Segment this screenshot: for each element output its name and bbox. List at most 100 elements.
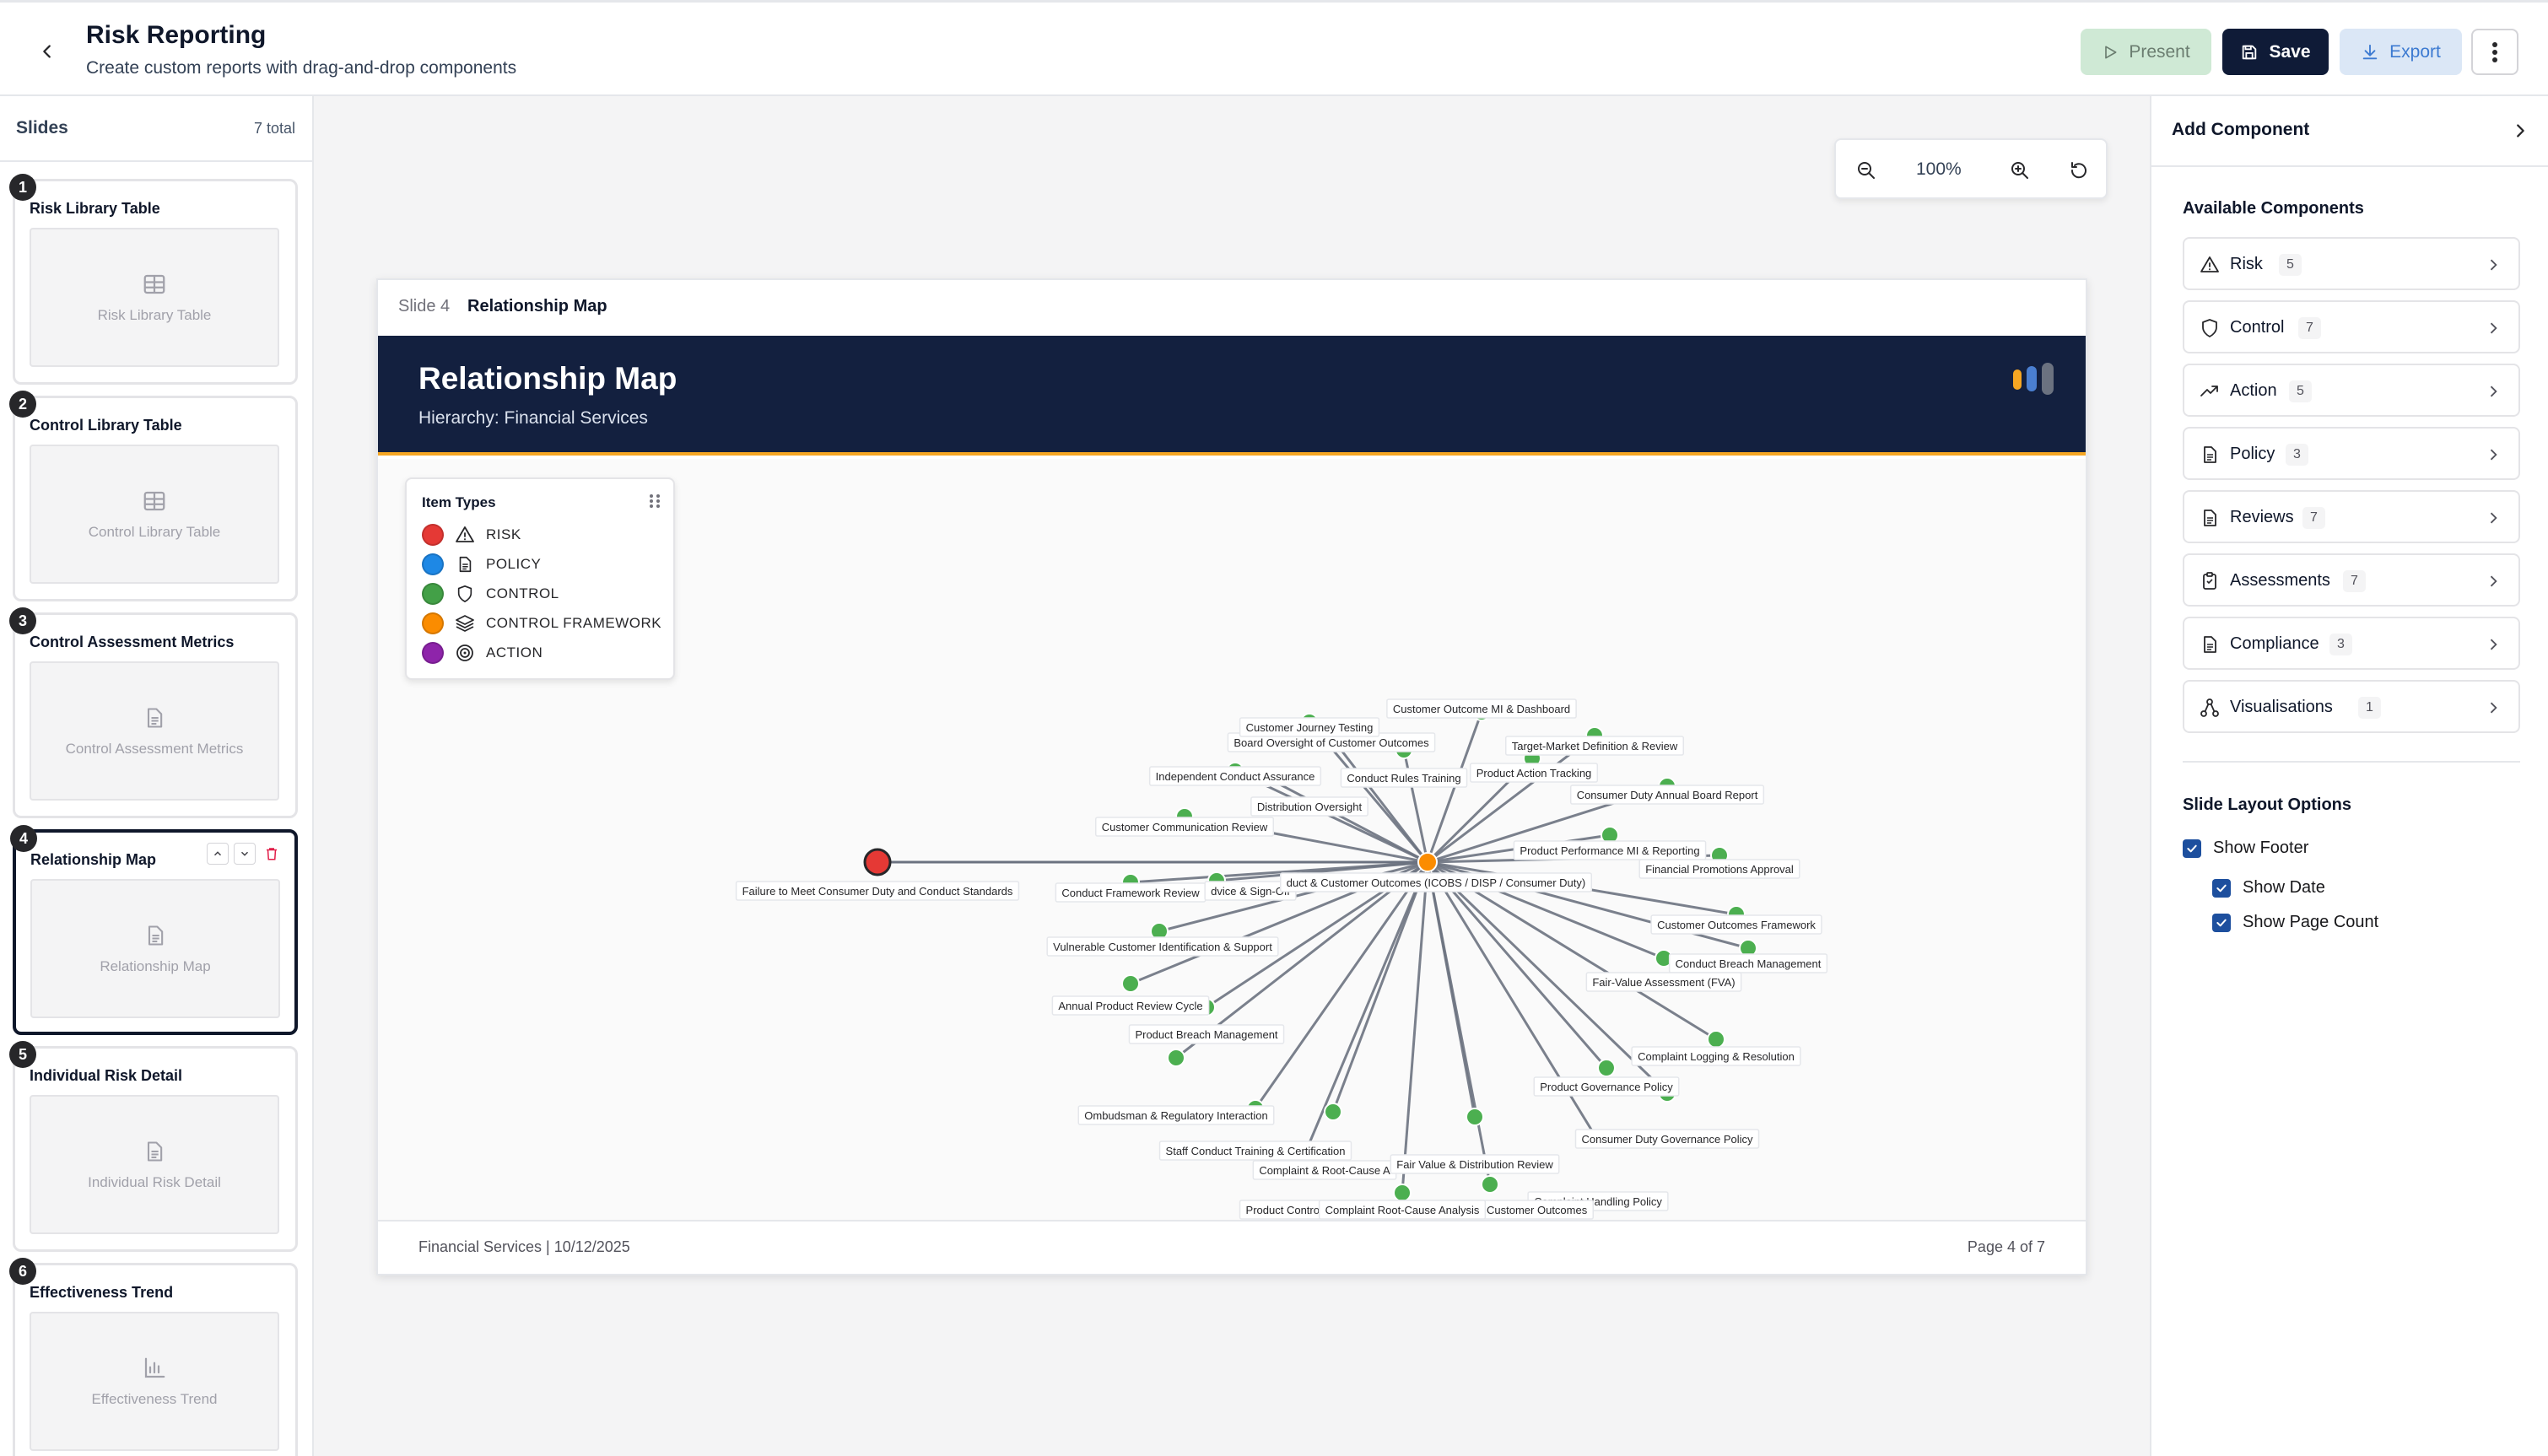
reset-zoom-button[interactable]: [2064, 155, 2094, 186]
legend-label: CONTROL FRAMEWORK: [486, 615, 662, 631]
control-node-label[interactable]: Fair-Value Assessment (FVA): [1585, 972, 1742, 992]
control-node-label[interactable]: Customer Outcomes Framework: [1650, 914, 1822, 935]
warning-icon: [2200, 256, 2219, 272]
component-compliance[interactable]: Compliance 3: [2183, 617, 2520, 670]
show-date-checkbox[interactable]: Show Date: [2212, 878, 2325, 898]
layers-icon: [454, 612, 476, 634]
add-component-header[interactable]: Add Component: [2151, 96, 2548, 167]
component-label: Reviews: [2230, 508, 2294, 526]
slide-canvas: 100% Slide 4 Relationship Map Relationsh…: [314, 96, 2150, 1456]
control-node[interactable]: [1121, 974, 1140, 993]
control-node-label[interactable]: Vulnerable Customer Identification & Sup…: [1046, 936, 1279, 957]
slide-card-5[interactable]: 5 Individual Risk Detail Individual Risk…: [9, 1041, 298, 1252]
component-label: Control: [2230, 318, 2285, 337]
back-button[interactable]: [30, 35, 64, 68]
control-node-label[interactable]: Ombudsman & Regulatory Interaction: [1077, 1105, 1275, 1125]
control-node-label[interactable]: Customer Journey Testing: [1239, 717, 1380, 737]
zoom-level: 100%: [1916, 159, 1962, 179]
control-node-label-text: Complaint Logging & Resolution: [1638, 1050, 1795, 1063]
move-slide-up-button[interactable]: [207, 843, 229, 865]
control-node-label[interactable]: Conduct Rules Training: [1340, 768, 1468, 788]
control-node-label[interactable]: Customer Outcome MI & Dashboard: [1386, 698, 1577, 719]
control-node[interactable]: [1466, 1108, 1484, 1126]
slide-label: Individual Risk Detail: [30, 1067, 183, 1084]
show-footer-checkbox[interactable]: Show Footer: [2183, 839, 2308, 858]
chevron-right-icon: [2490, 259, 2497, 271]
risk-node-label[interactable]: Failure to Meet Consumer Duty and Conduc…: [735, 881, 1020, 901]
component-visualisations[interactable]: Visualisations 1: [2183, 680, 2520, 733]
component-action[interactable]: Action 5: [2183, 364, 2520, 417]
chevron-right-icon: [2490, 322, 2497, 334]
control-node-label[interactable]: Consumer Duty Annual Board Report: [1569, 785, 1765, 805]
brand-logo-icon: [2013, 363, 2054, 395]
component-label: Visualisations: [2230, 698, 2333, 716]
checkbox-checked[interactable]: [2212, 878, 2231, 898]
drag-handle-icon[interactable]: [648, 493, 661, 510]
checkbox-checked[interactable]: [2212, 913, 2231, 932]
slide-label: Effectiveness Trend: [30, 1284, 174, 1301]
control-node-label[interactable]: Complaint & Root-Cause A: [1252, 1160, 1397, 1180]
control-node-label[interactable]: Annual Product Review Cycle: [1051, 995, 1210, 1016]
control-node[interactable]: [1707, 1030, 1725, 1049]
control-node-label[interactable]: Customer Communication Review: [1094, 817, 1275, 837]
save-button[interactable]: Save: [2222, 29, 2329, 75]
control-node-label[interactable]: Financial Promotions Approval: [1638, 859, 1800, 879]
legend-item-control: CONTROL: [422, 582, 559, 606]
framework-node-label[interactable]: duct & Customer Outcomes (ICOBS / DISP /…: [1280, 872, 1592, 892]
control-node-label-text: Complaint Root-Cause Analysis: [1325, 1204, 1480, 1216]
show-page-count-checkbox[interactable]: Show Page Count: [2212, 913, 2378, 932]
checkbox-checked[interactable]: [2183, 839, 2201, 858]
slide-footer: Financial Services | 10/12/2025 Page 4 o…: [378, 1220, 2086, 1274]
relationship-map[interactable]: Board Oversight of Customer Outcomes Cust…: [378, 459, 2086, 1220]
chevron-down-icon: [240, 851, 249, 856]
control-node-label[interactable]: Conduct Framework Review: [1055, 882, 1207, 903]
control-node-label[interactable]: Product Governance Policy: [1533, 1076, 1680, 1097]
present-button[interactable]: Present: [2081, 29, 2211, 75]
control-node-label[interactable]: Distribution Oversight: [1250, 796, 1368, 817]
export-button[interactable]: Export: [2340, 29, 2462, 75]
legend-label: ACTION: [486, 644, 543, 661]
control-node-label[interactable]: Product Action Tracking: [1469, 763, 1599, 783]
slide-number: 2: [9, 391, 36, 418]
delete-slide-button[interactable]: [261, 843, 283, 865]
control-node-label[interactable]: Product Performance MI & Reporting: [1513, 840, 1707, 860]
slide-card-6[interactable]: 6 Effectiveness Trend Effectiveness Tren…: [9, 1258, 298, 1456]
risk-node[interactable]: [863, 848, 892, 876]
control-node[interactable]: [1481, 1175, 1499, 1194]
slide-card-4[interactable]: 4 Relationship Map Relationship Map: [10, 825, 298, 1035]
component-control[interactable]: Control 7: [2183, 300, 2520, 353]
control-node-label-text: Conduct Rules Training: [1347, 772, 1460, 785]
download-icon: [2362, 44, 2378, 59]
slide-card-3[interactable]: 3 Control Assessment Metrics Control Ass…: [9, 607, 298, 818]
control-node-label[interactable]: Independent Conduct Assurance: [1148, 766, 1322, 786]
control-node-label[interactable]: Product Breach Management: [1128, 1024, 1285, 1044]
control-node-label[interactable]: Staff Conduct Training & Certification: [1158, 1141, 1352, 1161]
show-footer-label: Show Footer: [2213, 839, 2309, 857]
component-assessments[interactable]: Assessments 7: [2183, 553, 2520, 607]
move-slide-down-button[interactable]: [234, 843, 256, 865]
chevron-right-icon[interactable]: [2511, 121, 2529, 140]
control-node[interactable]: [1597, 1059, 1616, 1077]
slide-card-2[interactable]: 2 Control Library Table Control Library …: [9, 391, 298, 601]
chevron-up-icon: [213, 851, 222, 856]
control-node-label[interactable]: Complaint Root-Cause Analysis: [1318, 1200, 1487, 1220]
component-reviews[interactable]: Reviews 7: [2183, 490, 2520, 543]
control-node-label[interactable]: Consumer Duty Governance Policy: [1574, 1129, 1760, 1149]
legend-label: CONTROL: [486, 585, 559, 601]
slide-card-1[interactable]: 1 Risk Library Table Risk Library Table: [9, 174, 298, 385]
control-node[interactable]: [1324, 1103, 1342, 1121]
more-options-button[interactable]: [2471, 29, 2518, 75]
component-risk[interactable]: Risk 5: [2183, 237, 2520, 290]
control-node-label[interactable]: Conduct Breach Management: [1668, 953, 1828, 973]
control-node-label[interactable]: Complaint Logging & Resolution: [1631, 1046, 1801, 1066]
control-node[interactable]: [1393, 1184, 1412, 1202]
zoom-in-button[interactable]: [2005, 155, 2035, 186]
item-types-legend[interactable]: Item Types RISK POLICY CONTROL CONTROL F…: [405, 477, 675, 680]
graph-edge: [1266, 776, 1428, 864]
control-node-label[interactable]: Target-Market Definition & Review: [1504, 736, 1685, 756]
zoom-out-button[interactable]: [1851, 155, 1881, 186]
component-policy[interactable]: Policy 3: [2183, 427, 2520, 480]
control-node[interactable]: [1167, 1049, 1185, 1067]
control-node-label[interactable]: Fair Value & Distribution Review: [1390, 1154, 1560, 1174]
framework-node[interactable]: [1417, 852, 1438, 872]
